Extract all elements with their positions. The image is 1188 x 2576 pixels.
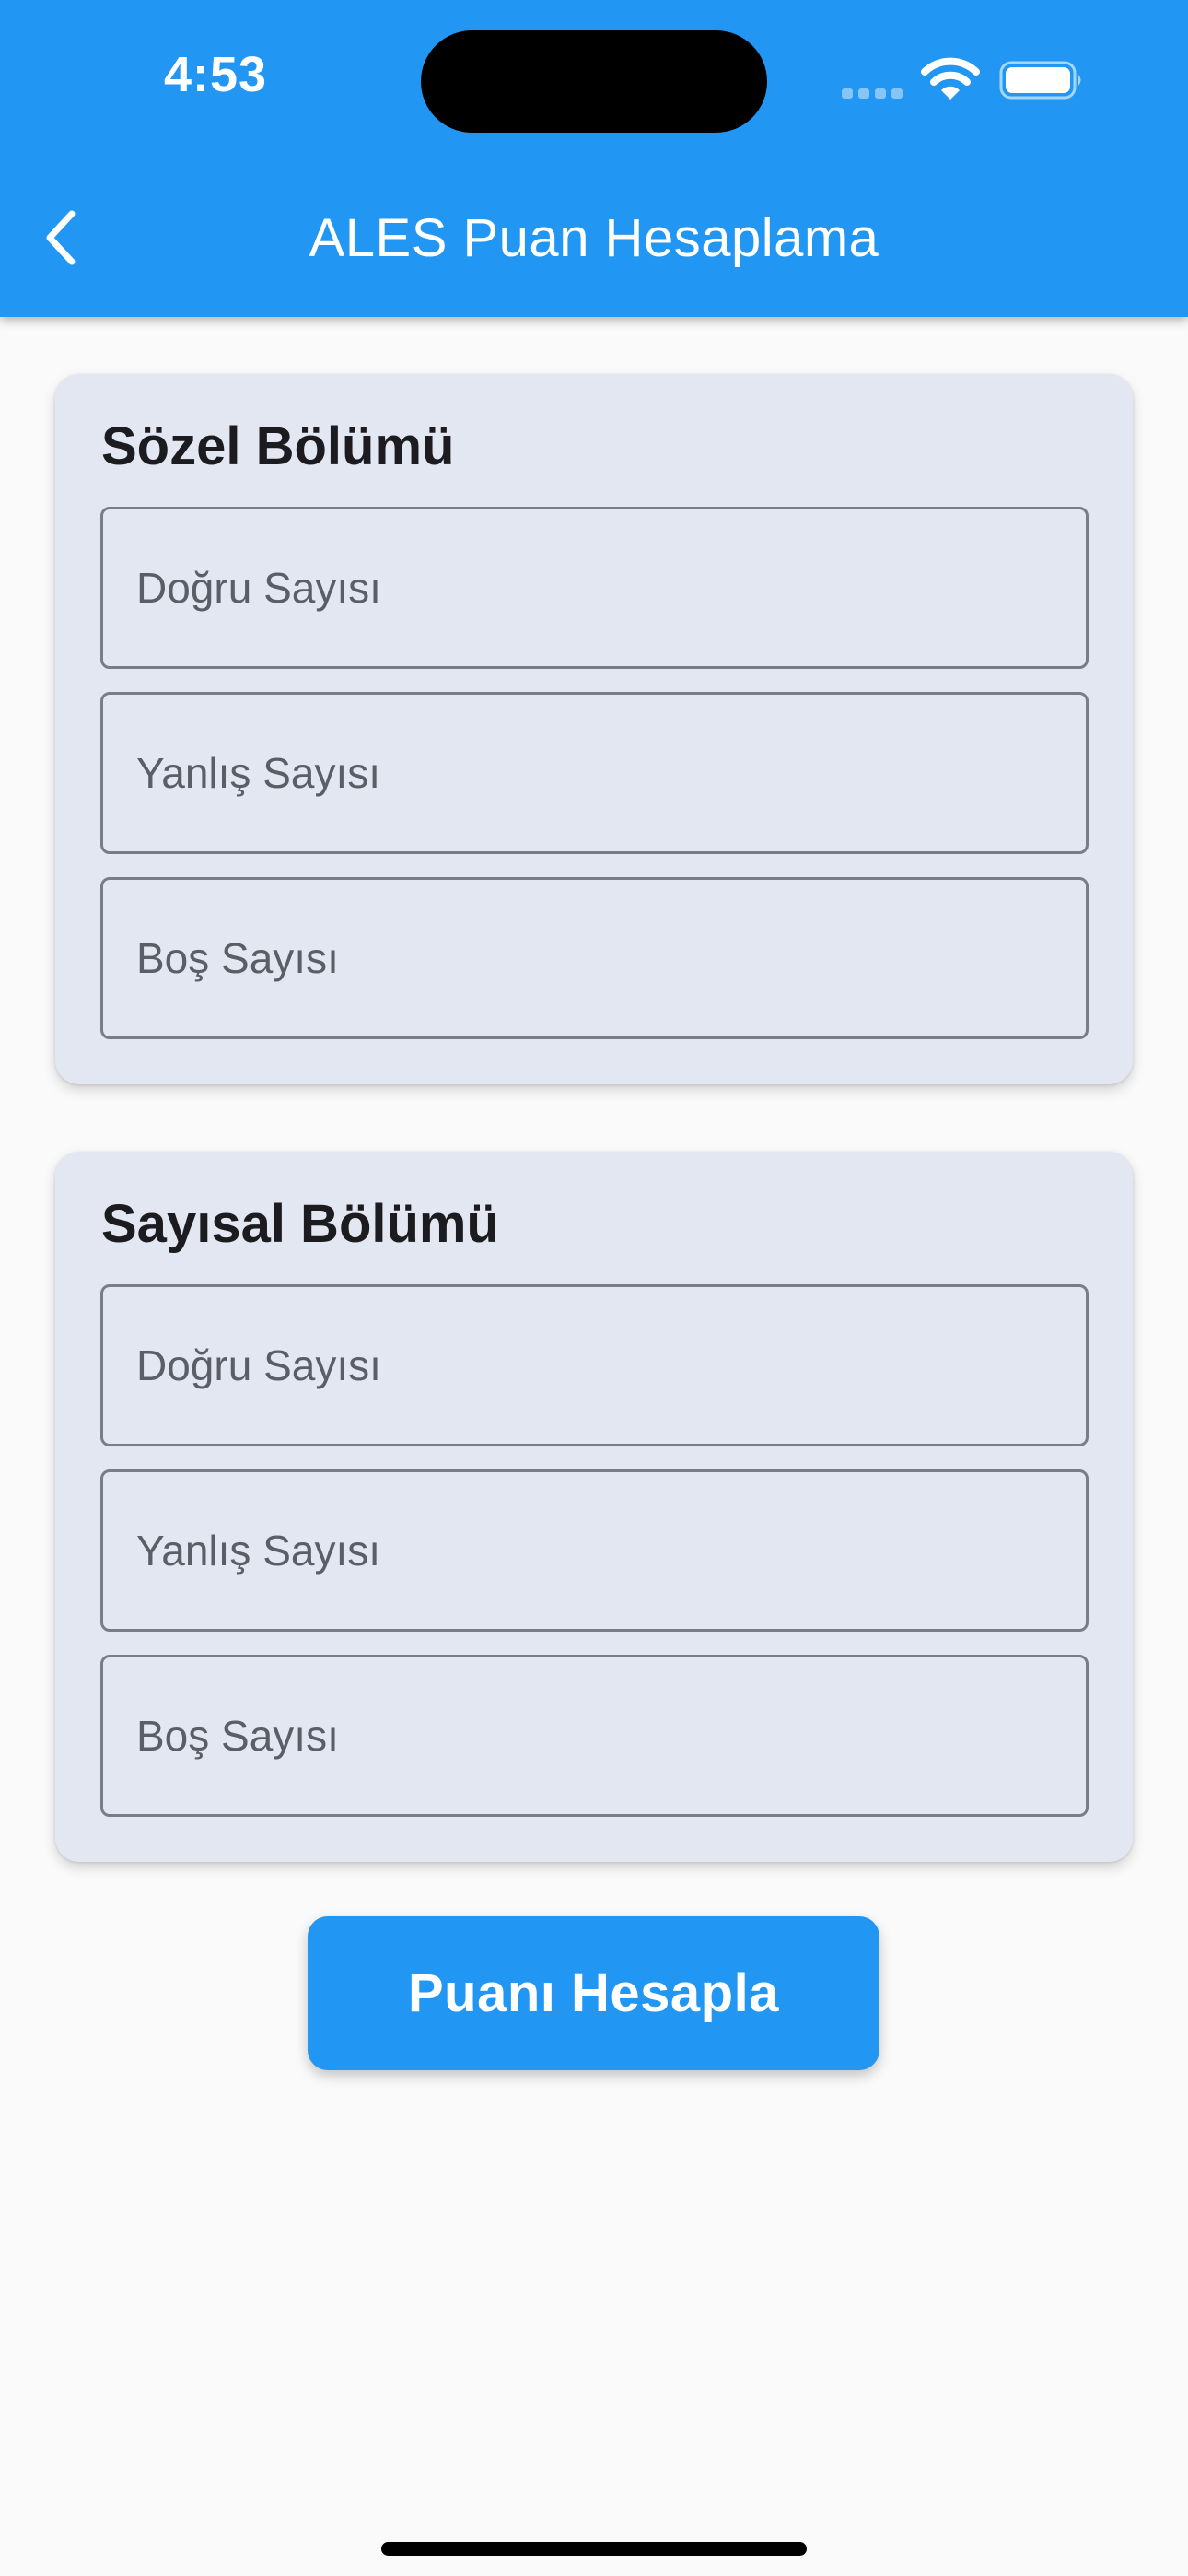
sayisal-blank-count-input[interactable] — [100, 1655, 1089, 1817]
sayisal-correct-count-input[interactable] — [100, 1284, 1089, 1446]
cellular-signal-icon — [842, 85, 904, 100]
status-time: 4:53 — [164, 47, 268, 102]
dynamic-island — [421, 30, 767, 133]
wifi-icon — [921, 57, 980, 100]
section-title: Sözel Bölümü — [101, 416, 455, 476]
app-bar: 4:53 ALES Puan Hesaplama — [0, 0, 1188, 317]
sayisal-wrong-count-input[interactable] — [100, 1469, 1089, 1632]
sayisal-section-card: Sayısal Bölümü — [55, 1152, 1133, 1862]
sozel-correct-count-input[interactable] — [100, 507, 1089, 669]
section-title: Sayısal Bölümü — [101, 1194, 499, 1254]
sozel-wrong-count-input[interactable] — [100, 692, 1089, 854]
calculate-score-button[interactable]: Puanı Hesapla — [308, 1916, 879, 2070]
sozel-section-card: Sözel Bölümü — [55, 374, 1133, 1084]
battery-icon — [999, 61, 1081, 100]
sozel-blank-count-input[interactable] — [100, 877, 1089, 1039]
home-indicator — [381, 2542, 807, 2556]
page-title: ALES Puan Hesaplama — [309, 208, 879, 268]
